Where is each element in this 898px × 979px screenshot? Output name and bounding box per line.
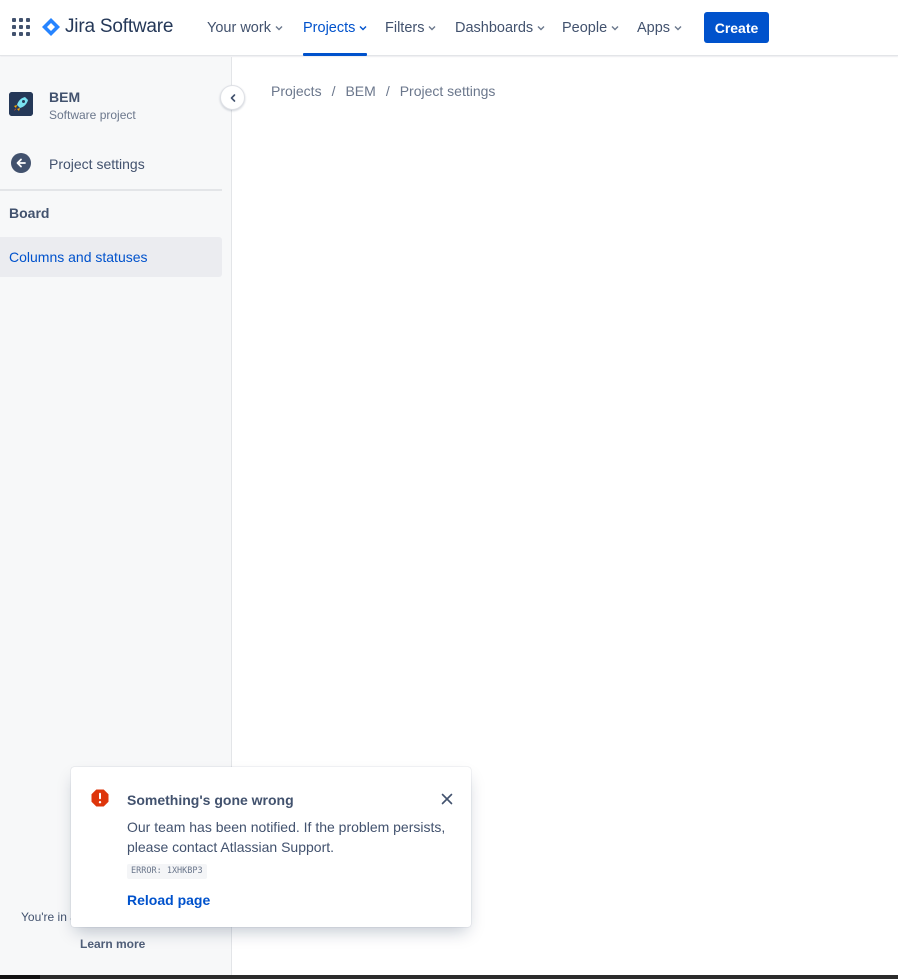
nav-item-label: Your work bbox=[207, 20, 271, 36]
sidebar-divider bbox=[0, 189, 222, 191]
breadcrumb-projects[interactable]: Projects bbox=[271, 83, 322, 99]
arrow-left-icon[interactable] bbox=[11, 153, 31, 173]
flag-title: Something's gone wrong bbox=[127, 792, 294, 808]
chevron-left-icon bbox=[230, 93, 235, 102]
create-button[interactable]: Create bbox=[704, 12, 769, 43]
nav-item-label: Dashboards bbox=[455, 20, 534, 36]
nav-item-label: Filters bbox=[385, 20, 425, 36]
app-switcher-icon[interactable] bbox=[12, 18, 30, 36]
learn-more-link[interactable]: Learn more bbox=[80, 937, 145, 951]
chevron-down-icon bbox=[275, 26, 283, 31]
top-navigation: Jira Software Your work Projects Filters… bbox=[0, 0, 898, 56]
chevron-down-icon bbox=[611, 26, 619, 31]
rocket-icon bbox=[9, 92, 33, 116]
breadcrumb-project-settings[interactable]: Project settings bbox=[400, 83, 496, 99]
sidebar-section-board: Board bbox=[9, 205, 50, 221]
nav-apps[interactable]: Apps bbox=[637, 0, 682, 56]
chevron-down-icon bbox=[537, 26, 545, 31]
project-avatar[interactable] bbox=[9, 92, 33, 116]
sidebar-item-label: Columns and statuses bbox=[9, 249, 148, 265]
back-label[interactable]: Project settings bbox=[49, 156, 145, 172]
breadcrumb-bem[interactable]: BEM bbox=[345, 83, 375, 99]
chevron-down-icon bbox=[359, 26, 367, 31]
window-bottom-edge-left bbox=[0, 975, 40, 979]
breadcrumb-separator: / bbox=[385, 83, 390, 99]
error-icon bbox=[91, 789, 109, 807]
nav-item-label: Projects bbox=[303, 20, 356, 36]
nav-dashboards[interactable]: Dashboards bbox=[455, 0, 545, 56]
nav-your-work[interactable]: Your work bbox=[207, 0, 283, 56]
nav-people[interactable]: People bbox=[562, 0, 619, 56]
breadcrumb: Projects / BEM / Project settings bbox=[271, 83, 495, 99]
nav-filters[interactable]: Filters bbox=[385, 0, 436, 56]
nav-projects[interactable]: Projects bbox=[303, 0, 368, 56]
error-code: ERROR: 1XHKBP3 bbox=[127, 864, 207, 879]
nav-item-label: Apps bbox=[637, 20, 671, 36]
nav-item-label: People bbox=[562, 20, 608, 36]
sidebar-footer-text: You're in a bbox=[21, 910, 77, 924]
jira-diamond-icon bbox=[42, 18, 60, 36]
project-type: Software project bbox=[49, 108, 136, 122]
reload-page-button[interactable]: Reload page bbox=[127, 892, 210, 908]
breadcrumb-separator: / bbox=[331, 83, 336, 99]
window-bottom-edge bbox=[0, 975, 898, 979]
product-name: Jira Software bbox=[65, 16, 174, 37]
close-icon[interactable] bbox=[439, 791, 455, 807]
chevron-down-icon bbox=[428, 26, 436, 31]
project-name: BEM bbox=[49, 89, 81, 105]
jira-logo[interactable]: Jira Software bbox=[42, 15, 173, 39]
flag-description: Our team has been notified. If the probl… bbox=[127, 819, 446, 855]
error-flag: Something's gone wrong Our team has been… bbox=[71, 767, 471, 927]
collapse-sidebar-button[interactable] bbox=[220, 85, 245, 110]
chevron-down-icon bbox=[674, 26, 682, 31]
sidebar-item-columns-and-statuses[interactable]: Columns and statuses bbox=[0, 237, 222, 277]
